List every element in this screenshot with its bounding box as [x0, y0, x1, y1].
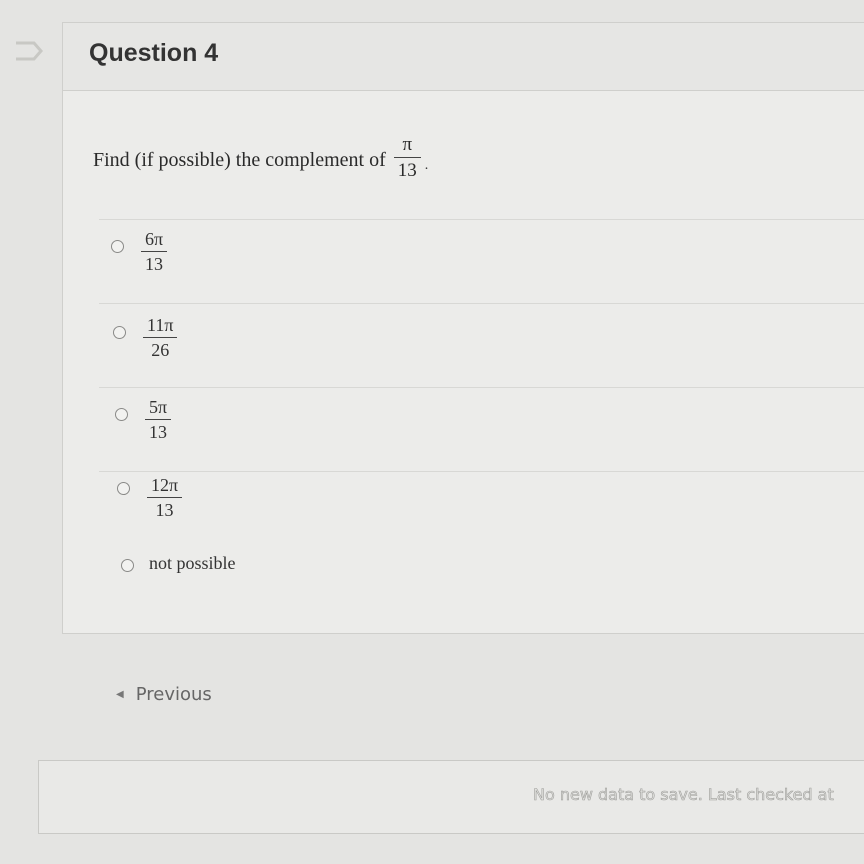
option-fraction: 6π 13	[141, 229, 168, 274]
option-fraction: 11π 26	[143, 315, 178, 360]
answer-option-2[interactable]: 11π 26	[99, 303, 864, 387]
option-fraction: 5π 13	[145, 397, 172, 442]
option-text: not possible	[149, 553, 236, 573]
chevron-left-icon: ◀	[116, 688, 124, 700]
prompt-fraction: π 13	[393, 134, 421, 181]
option-numerator: 11π	[147, 315, 174, 335]
radio-button[interactable]	[121, 559, 134, 572]
answer-options: 6π 13 11π 26 5π 13 12π 13 not possible	[99, 219, 864, 625]
radio-button[interactable]	[117, 482, 130, 495]
save-status-bar: No new data to save. Last checked at	[38, 760, 864, 834]
answer-option-1[interactable]: 6π 13	[99, 219, 864, 303]
previous-label: Previous	[135, 683, 212, 705]
radio-button[interactable]	[115, 408, 128, 421]
answer-option-5[interactable]: not possible	[99, 553, 864, 625]
prompt-fraction-denominator: 13	[397, 160, 417, 181]
question-prompt-text: Find (if possible) the complement of	[93, 149, 386, 171]
option-numerator: 5π	[149, 397, 168, 417]
answer-option-4[interactable]: 12π 13	[99, 471, 864, 555]
option-fraction: 12π 13	[147, 475, 183, 520]
option-numerator: 12π	[151, 475, 179, 495]
answer-option-3[interactable]: 5π 13	[99, 387, 864, 471]
question-title: Question 4	[89, 39, 219, 67]
prompt-period: .	[424, 157, 429, 173]
option-denominator: 26	[151, 340, 170, 360]
question-card: Question 4 Find (if possible) the comple…	[62, 22, 864, 634]
radio-button[interactable]	[113, 326, 126, 339]
flag-question-icon[interactable]	[14, 40, 44, 62]
option-denominator: 13	[155, 500, 174, 520]
radio-button[interactable]	[111, 240, 124, 253]
question-header: Question 4	[63, 23, 864, 91]
option-numerator: 6π	[145, 229, 164, 249]
option-denominator: 13	[145, 254, 164, 274]
save-status-text: No new data to save. Last checked at	[533, 785, 834, 805]
previous-button[interactable]: ◀ Previous	[94, 674, 274, 714]
prompt-fraction-numerator: π	[402, 134, 413, 155]
question-prompt: Find (if possible) the complement of π 1…	[93, 135, 429, 180]
option-denominator: 13	[149, 422, 168, 442]
